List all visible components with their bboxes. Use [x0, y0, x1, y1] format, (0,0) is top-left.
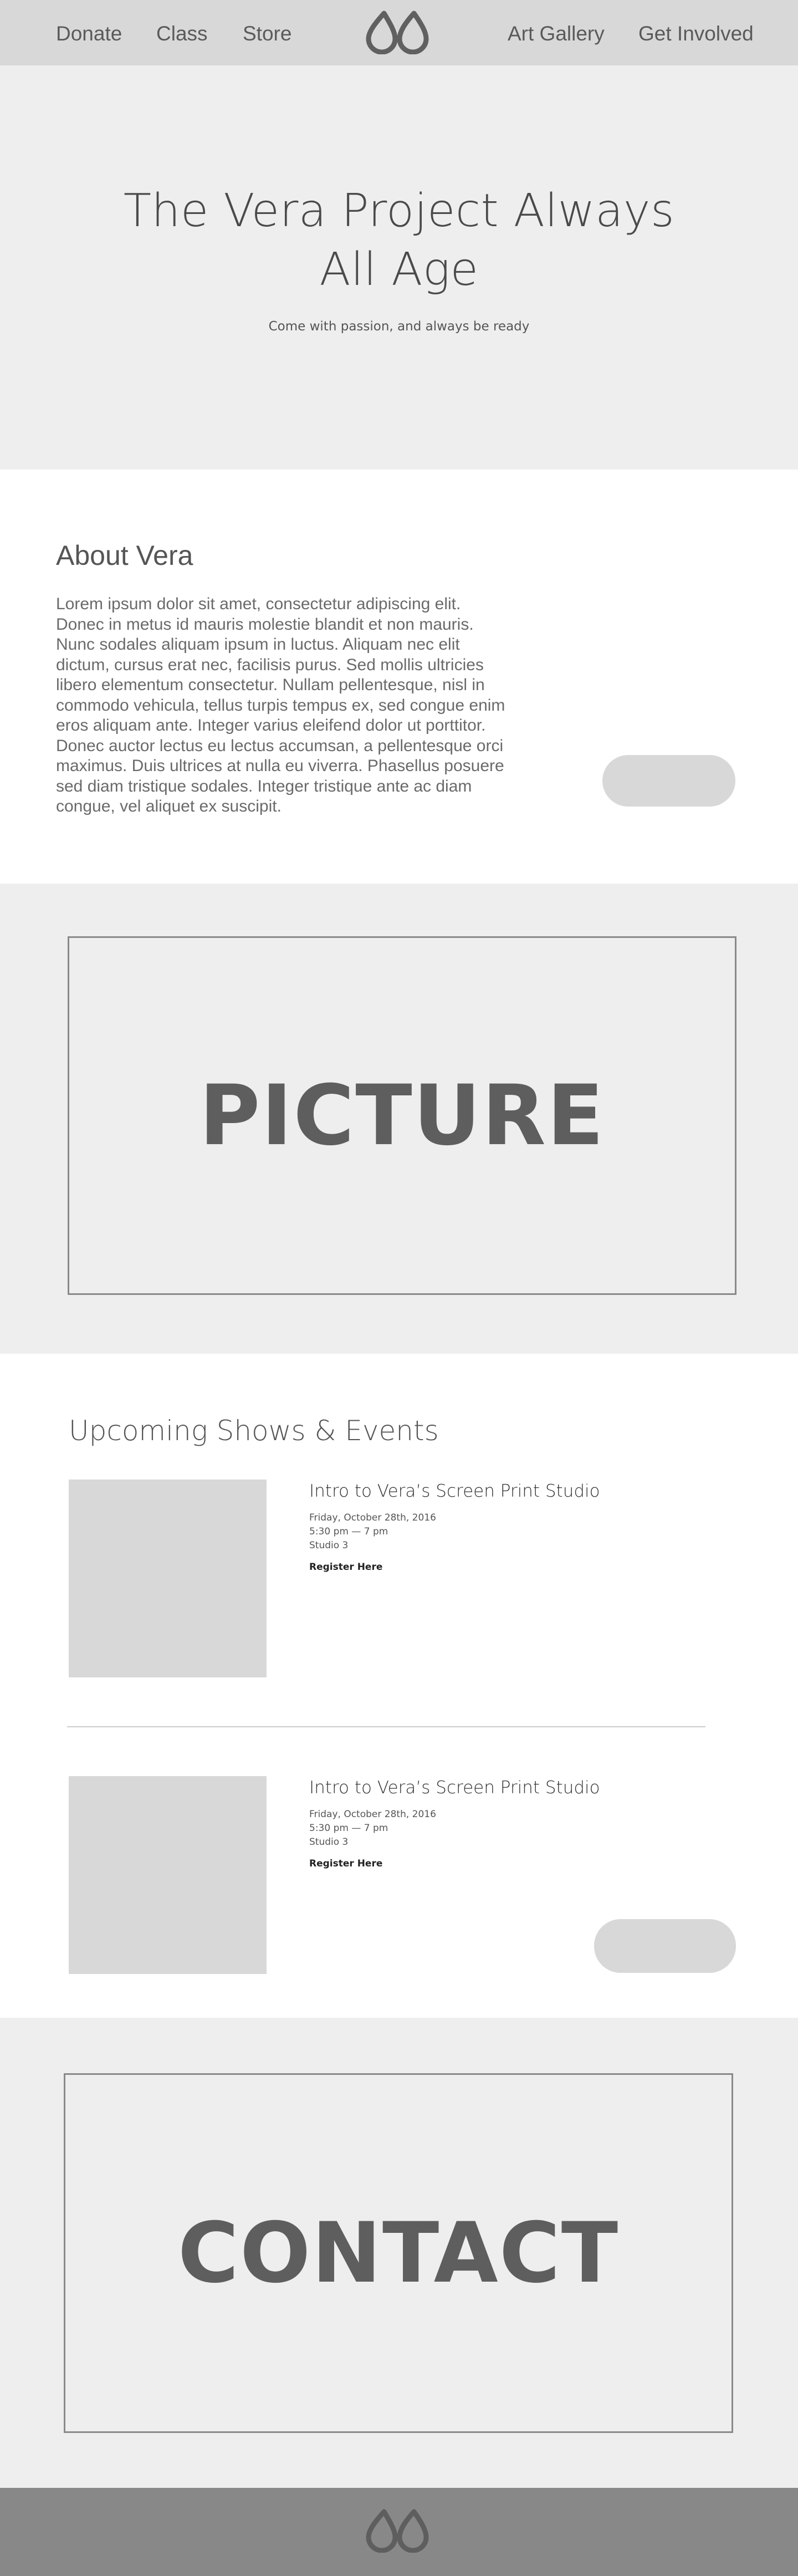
footer: [0, 2488, 798, 2576]
event-location: Studio 3: [309, 1540, 349, 1551]
contact-placeholder: CONTACT: [64, 2073, 733, 2433]
nav-store[interactable]: Store: [243, 22, 291, 45]
event-name: Intro to Vera’s Screen Print Studio: [309, 1481, 600, 1501]
about-title: About Vera: [56, 540, 193, 571]
about-body: Lorem ipsum dolor sit amet, consectetur …: [56, 595, 505, 815]
hero-title: The Vera Project Always All Age: [122, 182, 676, 299]
events-section: Upcoming Shows & Events Intro to Vera’s …: [0, 1354, 798, 2018]
picture-section: PICTURE: [0, 884, 798, 1354]
contact-label: CONTACT: [177, 2205, 620, 2302]
hero-title-line-2: All Age: [319, 243, 479, 296]
picture-placeholder: PICTURE: [68, 936, 736, 1295]
events-button[interactable]: [594, 1919, 736, 1973]
nav-class[interactable]: Class: [156, 22, 208, 45]
hero-section: The Vera Project Always All Age Come wit…: [0, 65, 798, 470]
event-image-placeholder: [69, 1480, 267, 1677]
event-register-link[interactable]: Register Here: [309, 1562, 382, 1573]
hero-title-line-1: The Vera Project Always: [123, 185, 675, 237]
top-navigation: Donate Class Store Art Gallery Get Invol…: [0, 0, 798, 65]
about-section: About Vera Lorem ipsum dolor sit amet, c…: [0, 470, 798, 884]
vera-logo-icon[interactable]: [363, 8, 435, 54]
nav-get-involved[interactable]: Get Involved: [638, 22, 754, 45]
event-register-link[interactable]: Register Here: [309, 1858, 382, 1869]
nav-art-gallery[interactable]: Art Gallery: [508, 22, 605, 45]
event-date: Friday, October 28th, 2016: [309, 1809, 436, 1820]
event-name: Intro to Vera’s Screen Print Studio: [309, 1778, 600, 1798]
event-date: Friday, October 28th, 2016: [309, 1512, 436, 1523]
about-button[interactable]: [602, 755, 735, 807]
contact-section: CONTACT: [0, 2018, 798, 2488]
event-time: 5:30 pm — 7 pm: [309, 1526, 388, 1537]
event-location: Studio 3: [309, 1837, 349, 1848]
events-divider: [67, 1726, 705, 1727]
event-time: 5:30 pm — 7 pm: [309, 1823, 388, 1834]
events-title: Upcoming Shows & Events: [69, 1415, 439, 1447]
picture-label: PICTURE: [199, 1067, 605, 1164]
nav-donate[interactable]: Donate: [56, 22, 122, 45]
vera-logo-icon[interactable]: [363, 2506, 435, 2553]
hero-subtitle: Come with passion, and always be ready: [268, 319, 530, 334]
event-image-placeholder: [69, 1776, 267, 1974]
